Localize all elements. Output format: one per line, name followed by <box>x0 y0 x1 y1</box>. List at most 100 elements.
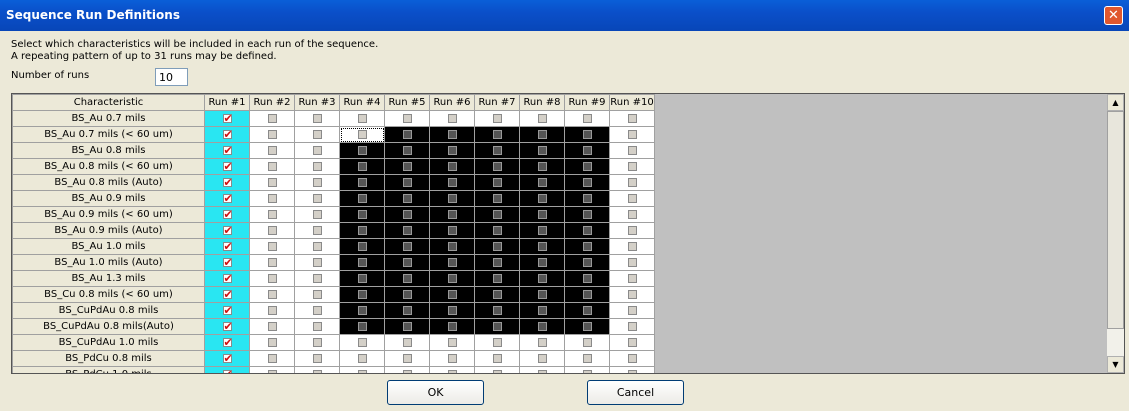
run-cell[interactable] <box>294 270 340 287</box>
unchecked-checkbox-icon[interactable] <box>357 241 367 251</box>
unchecked-checkbox-icon[interactable] <box>537 321 547 331</box>
run-cell[interactable]: ✔ <box>204 270 250 287</box>
unchecked-checkbox-icon[interactable] <box>267 353 277 363</box>
run-cell[interactable] <box>519 238 565 255</box>
run-cell[interactable] <box>339 318 385 335</box>
run-cell[interactable] <box>609 206 655 223</box>
run-cell[interactable]: ✔ <box>204 110 250 127</box>
run-cell[interactable] <box>609 126 655 143</box>
run-cell[interactable]: ✔ <box>204 318 250 335</box>
unchecked-checkbox-icon[interactable] <box>267 209 277 219</box>
unchecked-checkbox-icon[interactable] <box>267 273 277 283</box>
run-cell[interactable] <box>564 254 610 271</box>
unchecked-checkbox-icon[interactable] <box>312 225 322 235</box>
unchecked-checkbox-icon[interactable] <box>627 369 637 373</box>
run-cell[interactable] <box>429 222 475 239</box>
run-cell[interactable] <box>249 350 295 367</box>
run-cell[interactable] <box>249 174 295 191</box>
unchecked-checkbox-icon[interactable] <box>492 321 502 331</box>
run-cell[interactable] <box>474 270 520 287</box>
unchecked-checkbox-icon[interactable] <box>537 369 547 373</box>
unchecked-checkbox-icon[interactable] <box>312 161 322 171</box>
run-cell[interactable] <box>384 334 430 351</box>
run-cell[interactable]: ✔ <box>204 142 250 159</box>
unchecked-checkbox-icon[interactable] <box>582 145 592 155</box>
unchecked-checkbox-icon[interactable] <box>357 145 367 155</box>
run-cell[interactable] <box>339 126 385 143</box>
unchecked-checkbox-icon[interactable] <box>582 177 592 187</box>
unchecked-checkbox-icon[interactable] <box>312 257 322 267</box>
run-cell[interactable] <box>339 334 385 351</box>
run-cell[interactable] <box>519 318 565 335</box>
unchecked-checkbox-icon[interactable] <box>402 353 412 363</box>
run-cell[interactable]: ✔ <box>204 158 250 175</box>
checked-checkbox-icon[interactable]: ✔ <box>222 225 232 235</box>
unchecked-checkbox-icon[interactable] <box>582 289 592 299</box>
ok-button[interactable]: OK <box>387 380 484 405</box>
run-cell[interactable] <box>564 350 610 367</box>
unchecked-checkbox-icon[interactable] <box>537 209 547 219</box>
unchecked-checkbox-icon[interactable] <box>627 129 637 139</box>
unchecked-checkbox-icon[interactable] <box>447 161 457 171</box>
run-cell[interactable] <box>609 254 655 271</box>
unchecked-checkbox-icon[interactable] <box>357 257 367 267</box>
run-cell[interactable] <box>564 206 610 223</box>
run-cell[interactable]: ✔ <box>204 174 250 191</box>
run-cell[interactable] <box>519 286 565 303</box>
unchecked-checkbox-icon[interactable] <box>267 369 277 373</box>
run-cell[interactable] <box>249 302 295 319</box>
unchecked-checkbox-icon[interactable] <box>447 177 457 187</box>
run-cell[interactable] <box>564 334 610 351</box>
unchecked-checkbox-icon[interactable] <box>582 305 592 315</box>
run-cell[interactable]: ✔ <box>204 222 250 239</box>
run-cell[interactable] <box>429 270 475 287</box>
run-cell[interactable] <box>474 110 520 127</box>
checked-checkbox-icon[interactable]: ✔ <box>222 129 232 139</box>
unchecked-checkbox-icon[interactable] <box>627 193 637 203</box>
run-cell[interactable] <box>564 318 610 335</box>
run-cell[interactable] <box>294 174 340 191</box>
unchecked-checkbox-icon[interactable] <box>627 353 637 363</box>
run-cell[interactable] <box>384 142 430 159</box>
run-cell[interactable] <box>519 254 565 271</box>
unchecked-checkbox-icon[interactable] <box>357 273 367 283</box>
unchecked-checkbox-icon[interactable] <box>537 305 547 315</box>
run-cell[interactable] <box>519 142 565 159</box>
run-cell[interactable] <box>609 366 655 373</box>
unchecked-checkbox-icon[interactable] <box>312 113 322 123</box>
unchecked-checkbox-icon[interactable] <box>357 113 367 123</box>
run-cell[interactable] <box>384 110 430 127</box>
run-cell[interactable] <box>384 318 430 335</box>
run-cell[interactable] <box>249 286 295 303</box>
unchecked-checkbox-icon[interactable] <box>627 145 637 155</box>
unchecked-checkbox-icon[interactable] <box>402 305 412 315</box>
run-cell[interactable] <box>339 366 385 373</box>
unchecked-checkbox-icon[interactable] <box>492 353 502 363</box>
unchecked-checkbox-icon[interactable] <box>312 129 322 139</box>
run-cell[interactable] <box>474 174 520 191</box>
run-cell[interactable] <box>294 158 340 175</box>
run-cell[interactable] <box>519 158 565 175</box>
run-cell[interactable] <box>429 318 475 335</box>
unchecked-checkbox-icon[interactable] <box>582 209 592 219</box>
run-cell[interactable]: ✔ <box>204 286 250 303</box>
run-cell[interactable] <box>294 206 340 223</box>
run-cell[interactable] <box>609 174 655 191</box>
unchecked-checkbox-icon[interactable] <box>492 129 502 139</box>
run-cell[interactable] <box>294 350 340 367</box>
unchecked-checkbox-icon[interactable] <box>582 113 592 123</box>
unchecked-checkbox-icon[interactable] <box>357 337 367 347</box>
run-cell[interactable] <box>609 350 655 367</box>
unchecked-checkbox-icon[interactable] <box>267 113 277 123</box>
run-cell[interactable] <box>339 238 385 255</box>
checked-checkbox-icon[interactable]: ✔ <box>222 257 232 267</box>
unchecked-checkbox-icon[interactable] <box>312 145 322 155</box>
run-cell[interactable] <box>474 142 520 159</box>
run-cell[interactable] <box>294 318 340 335</box>
run-cell[interactable] <box>294 302 340 319</box>
run-cell[interactable] <box>384 270 430 287</box>
run-cell[interactable] <box>294 286 340 303</box>
run-cell[interactable]: ✔ <box>204 350 250 367</box>
run-cell[interactable] <box>429 126 475 143</box>
unchecked-checkbox-icon[interactable] <box>492 145 502 155</box>
